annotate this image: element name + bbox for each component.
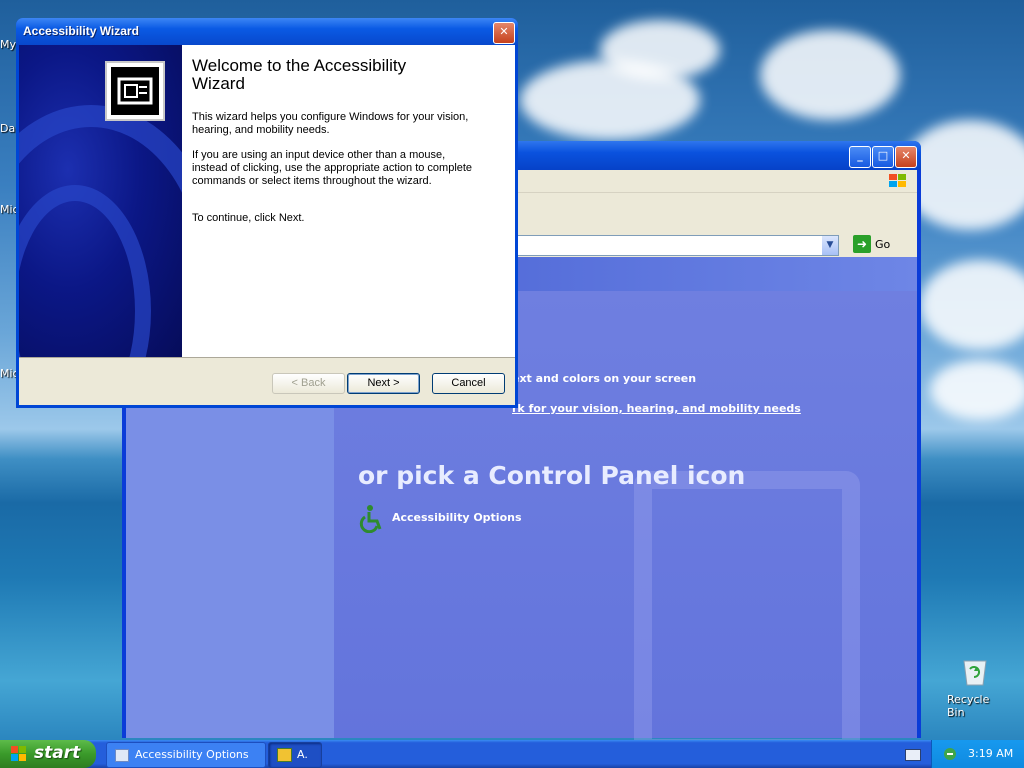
accessibility-options-label: Accessibility Options [392, 511, 522, 524]
taskbar-item-accessibility-wizard[interactable]: A. [268, 742, 322, 768]
network-icon[interactable] [942, 746, 958, 762]
wizard-heading: Welcome to the Accessibility Wizard [192, 56, 407, 93]
system-tray: 3:19 AM [931, 740, 1024, 768]
taskbar-item-label: Accessibility Options [135, 748, 249, 761]
wizard-close-button[interactable]: ✕ [493, 22, 515, 44]
start-label: start [34, 743, 81, 763]
control-panel-icon [115, 749, 129, 762]
wizard-title-bar[interactable]: Accessibility Wizard [16, 18, 518, 45]
wizard-logo-icon [105, 61, 165, 121]
task-configure-windows[interactable]: rk for your vision, hearing, and mobilit… [512, 402, 801, 415]
close-button[interactable]: ✕ [895, 146, 917, 168]
taskbar-item-label: A. [297, 748, 308, 761]
taskbar: start Accessibility Options A. 3:19 AM [0, 740, 1024, 768]
watermark-icon [634, 471, 860, 757]
go-button[interactable]: ➜ Go [849, 235, 911, 254]
accessibility-wizard-window[interactable]: Accessibility Wizard ✕ Welcome to the Ac… [16, 18, 518, 408]
wizard-body: Welcome to the Accessibility Wizard This… [19, 45, 515, 405]
pick-icon-heading: or pick a Control Panel icon [358, 461, 746, 490]
accessibility-options-link[interactable]: Accessibility Options [356, 503, 522, 536]
back-button[interactable]: < Back [272, 373, 345, 394]
desktop-icon-da[interactable]: Da [0, 122, 15, 135]
clock[interactable]: 3:19 AM [968, 747, 1013, 760]
accessibility-icon [359, 505, 382, 534]
task-adjust-text-colors[interactable]: ext and colors on your screen [512, 372, 696, 385]
start-button[interactable]: start [0, 740, 96, 768]
wizard-content: Welcome to the Accessibility Wizard This… [182, 45, 515, 357]
windows-flag-icon [11, 746, 26, 761]
wizard-separator [19, 357, 515, 358]
address-dropdown-button[interactable]: ▼ [822, 236, 838, 255]
minimize-button[interactable]: _ [849, 146, 871, 168]
wizard-small-icon [277, 748, 292, 762]
go-arrow-icon: ➜ [853, 235, 871, 253]
maximize-button[interactable]: □ [872, 146, 894, 168]
recycle-bin[interactable]: Recycle Bin [940, 655, 1010, 719]
taskbar-item-accessibility-options[interactable]: Accessibility Options [106, 742, 266, 768]
wizard-paragraph-3: To continue, click Next. [192, 212, 305, 224]
wizard-title: Accessibility Wizard [23, 24, 139, 38]
recycle-bin-icon [963, 660, 987, 686]
desktop-icon-my[interactable]: My [0, 38, 16, 51]
keyboard-icon[interactable] [905, 749, 921, 761]
cancel-button[interactable]: Cancel [432, 373, 505, 394]
wizard-paragraph-1: This wizard helps you configure Windows … [192, 111, 469, 136]
go-label: Go [875, 238, 891, 251]
next-button[interactable]: Next > [347, 373, 420, 394]
wizard-banner [19, 45, 182, 357]
recycle-bin-label: Recycle Bin [947, 693, 990, 719]
wizard-paragraph-2: If you are using an input device other t… [192, 149, 473, 187]
windows-logo-icon [889, 174, 906, 187]
